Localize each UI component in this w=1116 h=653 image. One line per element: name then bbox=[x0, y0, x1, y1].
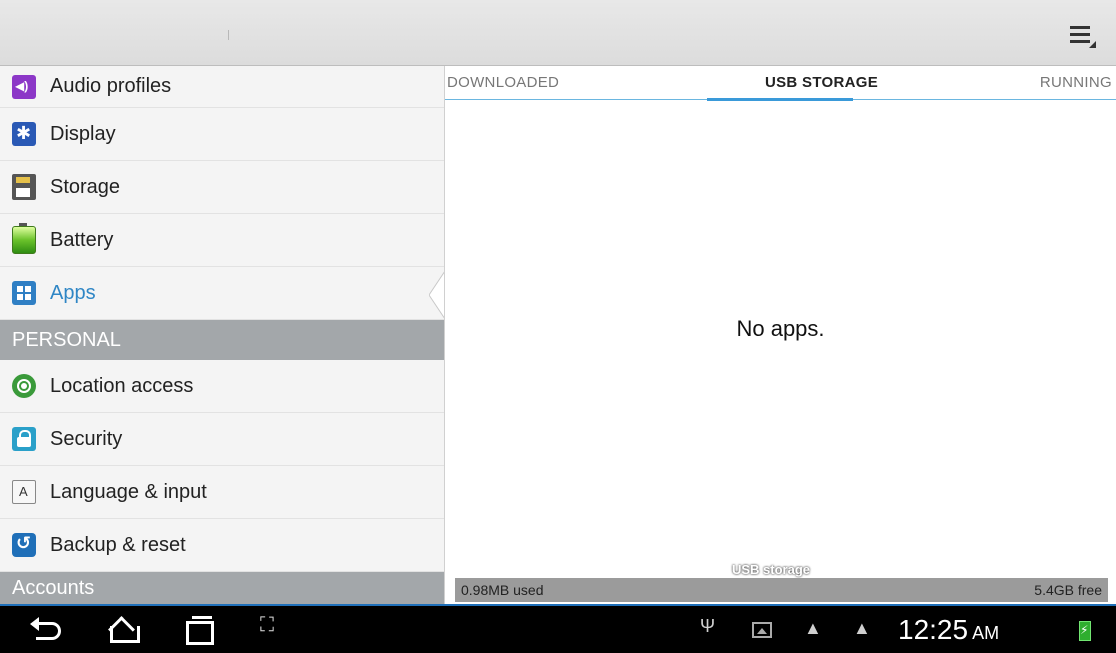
settings-item-label: Storage bbox=[50, 175, 121, 198]
settings-item-audio-profiles[interactable]: Audio profiles bbox=[0, 66, 444, 108]
settings-item-language-input[interactable]: Language & input bbox=[0, 466, 444, 519]
settings-item-display[interactable]: Display bbox=[0, 108, 444, 161]
back-icon[interactable] bbox=[28, 614, 64, 644]
settings-item-label: Backup & reset bbox=[50, 533, 186, 556]
system-bar: ⛶ Ψ ▲ ▲ 12:25 AM bbox=[0, 604, 1116, 653]
tab-indicator bbox=[707, 98, 853, 101]
settings-item-label: Location access bbox=[50, 374, 194, 397]
settings-item-label: Display bbox=[50, 122, 116, 145]
audio-profiles-icon bbox=[12, 74, 36, 99]
clock-ampm: AM bbox=[972, 623, 1000, 643]
backup-icon bbox=[12, 533, 36, 557]
section-header-accounts: Accounts bbox=[0, 572, 444, 604]
overflow-menu-icon[interactable] bbox=[1068, 22, 1096, 50]
storage-usage-bar: 0.98MB used 5.4GB free bbox=[455, 578, 1108, 602]
clock-time: 12:25 bbox=[898, 614, 969, 645]
action-bar-divider bbox=[228, 30, 229, 40]
action-bar bbox=[0, 0, 1116, 66]
section-header-personal: PERSONAL bbox=[0, 320, 444, 360]
settings-item-label: Apps bbox=[50, 281, 96, 304]
settings-item-label: Audio profiles bbox=[50, 75, 172, 97]
settings-item-label: Battery bbox=[50, 228, 114, 251]
tab-usb-storage[interactable]: USB STORAGE bbox=[765, 74, 878, 91]
settings-item-backup-reset[interactable]: Backup & reset bbox=[0, 519, 444, 572]
selection-notch bbox=[429, 271, 445, 319]
storage-icon bbox=[12, 174, 36, 200]
settings-item-battery[interactable]: Battery bbox=[0, 214, 444, 267]
location-icon bbox=[12, 374, 36, 398]
settings-item-label: Security bbox=[50, 427, 123, 450]
storage-title: USB storage bbox=[732, 562, 811, 577]
apps-panel: DOWNLOADED USB STORAGE RUNNING No apps. … bbox=[444, 66, 1116, 604]
lock-icon bbox=[12, 427, 36, 451]
empty-message: No apps. bbox=[736, 316, 825, 341]
settings-item-storage[interactable]: Storage bbox=[0, 161, 444, 214]
warning-icon: ▲ bbox=[804, 618, 822, 638]
settings-list: Audio profiles Display Storage Battery A… bbox=[0, 66, 444, 604]
image-notification-icon bbox=[752, 622, 772, 638]
tab-running[interactable]: RUNNING bbox=[1040, 74, 1112, 91]
settings-item-label: Language & input bbox=[50, 480, 207, 503]
recent-apps-icon[interactable] bbox=[182, 614, 216, 645]
language-icon bbox=[12, 480, 36, 504]
tab-downloaded[interactable]: DOWNLOADED bbox=[447, 74, 559, 91]
screenshot-icon[interactable]: ⛶ bbox=[260, 614, 292, 644]
battery-icon bbox=[12, 223, 36, 254]
tab-strip: DOWNLOADED USB STORAGE RUNNING bbox=[445, 66, 1116, 101]
home-icon[interactable] bbox=[104, 614, 142, 644]
settings-item-apps[interactable]: Apps bbox=[0, 267, 444, 320]
battery-charging-icon bbox=[1079, 621, 1091, 641]
settings-item-location-access[interactable]: Location access bbox=[0, 360, 444, 413]
display-icon bbox=[12, 122, 36, 146]
usb-icon: Ψ bbox=[700, 616, 716, 636]
clock[interactable]: 12:25 AM bbox=[898, 614, 999, 653]
warning-icon: ▲ bbox=[853, 618, 871, 638]
storage-used: 0.98MB used bbox=[461, 582, 544, 598]
storage-free: 5.4GB free bbox=[1034, 582, 1102, 598]
apps-icon bbox=[12, 281, 36, 305]
settings-item-security[interactable]: Security bbox=[0, 413, 444, 466]
